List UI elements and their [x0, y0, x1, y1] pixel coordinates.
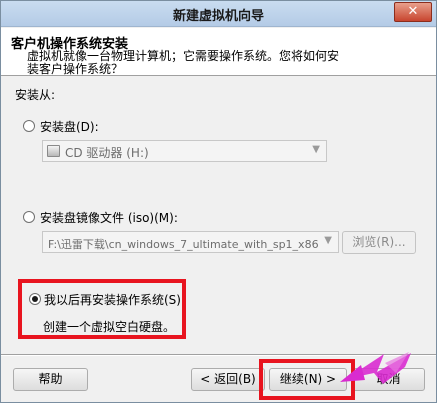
- back-button[interactable]: < 返回(B): [191, 368, 265, 391]
- browse-button[interactable]: 浏览(R)...: [342, 231, 416, 254]
- wizard-header: 客户机操作系统安装 虚拟机就像一台物理计算机；它需要操作系统。您将如何安装客户操…: [1, 28, 436, 76]
- install-later-description: 创建一个虚拟空白硬盘。: [43, 320, 176, 334]
- page-description: 虚拟机就像一台物理计算机；它需要操作系统。您将如何安装客户操作系统？: [27, 49, 340, 76]
- drive-select-value: CD 驱动器 (H:): [65, 146, 149, 160]
- iso-image-label[interactable]: 安装盘镜像文件 (iso)(M):: [40, 209, 178, 226]
- cd-drive-icon: [47, 145, 60, 157]
- iso-path-combo[interactable]: F:\迅雷下载\cn_windows_7_ultimate_with_sp1_x…: [42, 231, 339, 253]
- chevron-down-icon: ▼: [324, 235, 332, 246]
- installer-disc-radio[interactable]: [23, 120, 35, 132]
- chevron-down-icon: ▼: [312, 144, 320, 155]
- highlight-box-next: [259, 359, 355, 400]
- drive-select[interactable]: CD 驱动器 (H:) ▼: [42, 140, 327, 162]
- new-vm-wizard-window: 新建虚拟机向导 ✕ 客户机操作系统安装 虚拟机就像一台物理计算机；它需要操作系统…: [0, 0, 437, 403]
- cancel-button[interactable]: 取消: [352, 368, 425, 391]
- iso-path-value: F:\迅雷下载\cn_windows_7_ultimate_with_sp1_x…: [48, 238, 318, 251]
- install-from-label: 安装从:: [15, 88, 56, 102]
- window-title: 新建虚拟机向导: [172, 9, 264, 24]
- title-bar: 新建虚拟机向导 ✕: [1, 1, 436, 27]
- install-later-label[interactable]: 我以后再安装操作系统(S): [44, 291, 181, 308]
- install-later-radio[interactable]: [29, 293, 41, 305]
- installer-disc-label[interactable]: 安装盘(D):: [40, 118, 99, 135]
- footer-bar: 帮助 < 返回(B) 继续(N) > 取消: [1, 356, 436, 402]
- close-button[interactable]: ✕: [394, 2, 432, 22]
- iso-image-radio[interactable]: [23, 211, 35, 223]
- help-button[interactable]: 帮助: [13, 368, 88, 391]
